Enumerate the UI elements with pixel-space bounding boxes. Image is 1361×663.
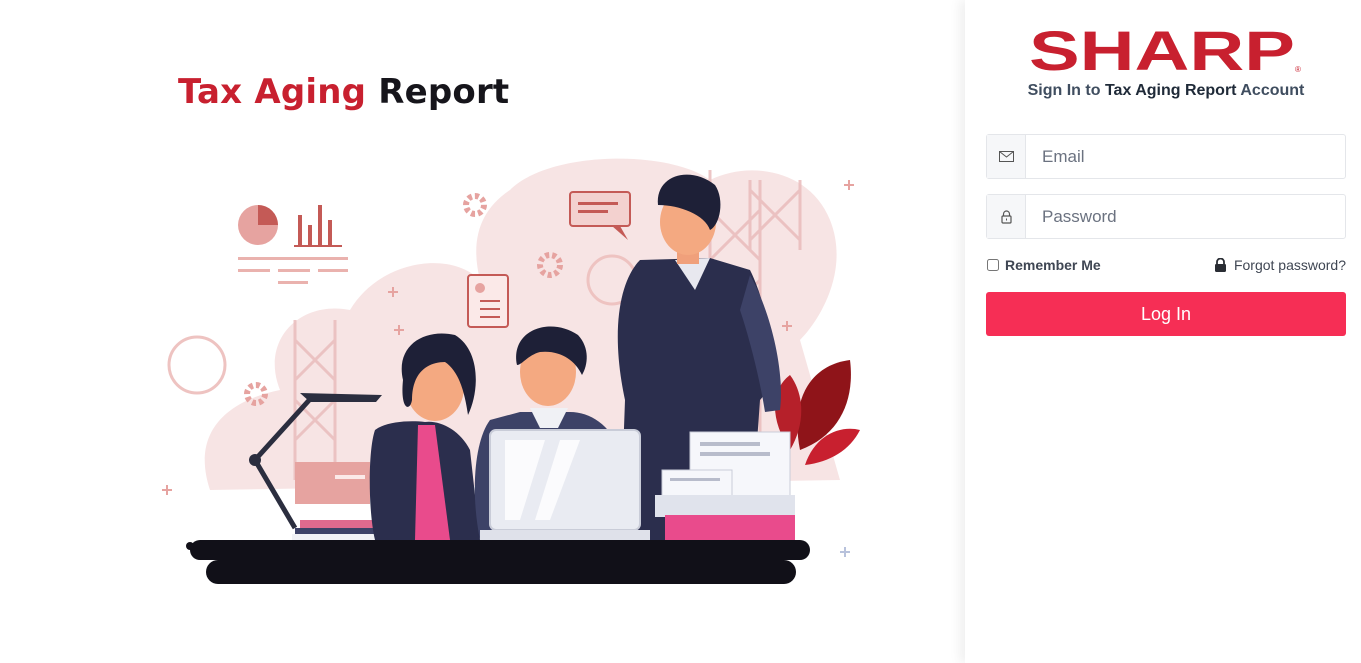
forgot-password-link[interactable]: Forgot password?	[1214, 257, 1346, 273]
remember-me-checkbox[interactable]	[987, 259, 999, 271]
login-button[interactable]: Log In	[986, 292, 1346, 336]
registered-mark: ®	[1295, 65, 1301, 74]
login-subtitle: Sign In to Tax Aging Report Account	[986, 82, 1346, 100]
password-field[interactable]	[1026, 195, 1345, 238]
lock-icon	[987, 195, 1026, 238]
forgot-password-label: Forgot password?	[1233, 257, 1346, 273]
office-team-illustration	[162, 158, 860, 584]
subtitle-app-name: Tax Aging Report	[1104, 82, 1237, 99]
remember-me-label: Remember Me	[1005, 257, 1101, 273]
sharp-logo: SHARP ®	[1029, 28, 1301, 74]
lock-icon	[1214, 258, 1226, 272]
email-field[interactable]	[1026, 135, 1345, 178]
hero-title-rest: Report	[378, 72, 510, 112]
hero-title: Tax Aging Report	[178, 72, 509, 112]
password-field-group	[986, 194, 1346, 239]
subtitle-prefix: Sign In to	[1027, 82, 1105, 99]
subtitle-suffix: Account	[1236, 82, 1305, 99]
sharp-logo-text: SHARP	[1029, 28, 1295, 74]
hero-title-highlight: Tax Aging	[178, 72, 367, 112]
envelope-icon	[987, 135, 1026, 178]
login-panel: SHARP ® Sign In to Tax Aging Report Acco…	[965, 0, 1361, 663]
hero-panel: Tax Aging Report	[0, 0, 965, 663]
email-field-group	[986, 134, 1346, 179]
remember-me[interactable]: Remember Me	[986, 257, 1101, 273]
